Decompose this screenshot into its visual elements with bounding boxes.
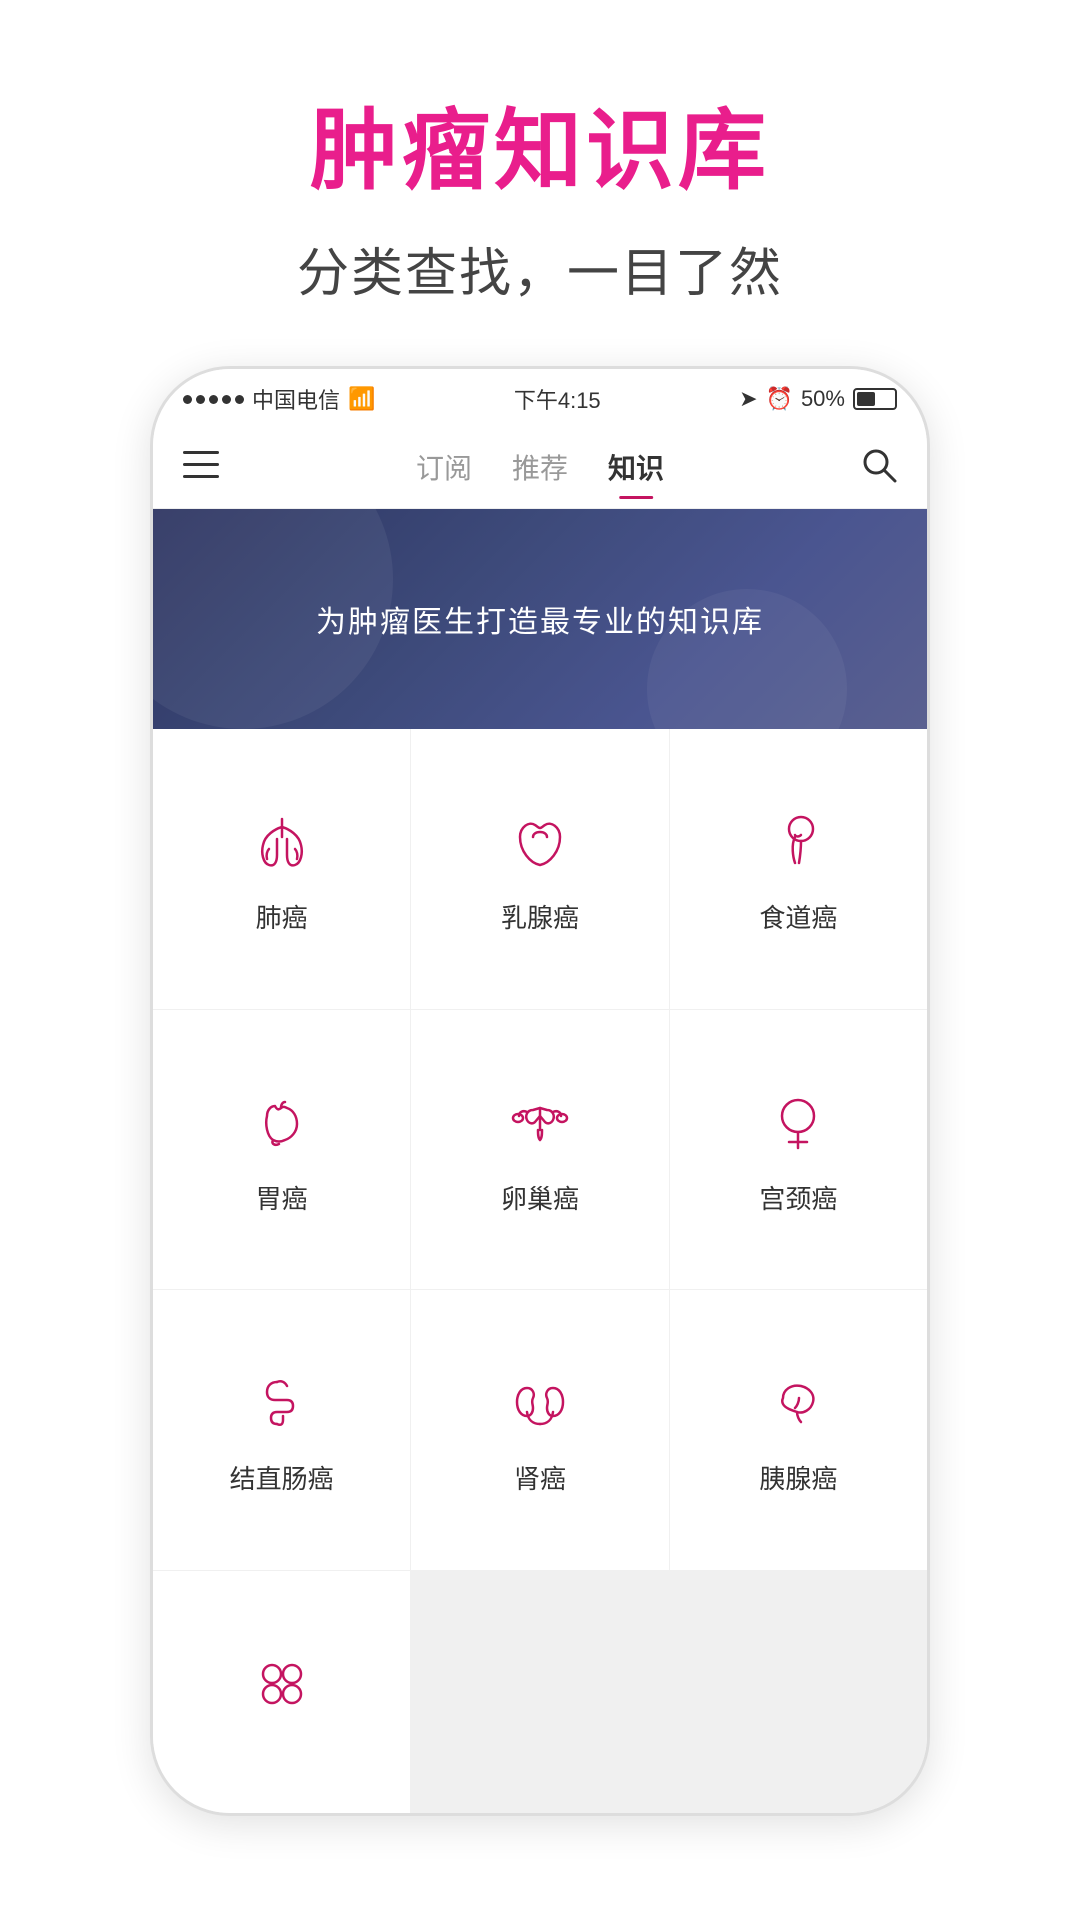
menu-icon[interactable] [183,450,219,487]
colorectal-icon [242,1363,322,1443]
page-header: 肿瘤知识库 分类查找，一目了然 [0,0,1080,336]
category-colorectal[interactable]: 结直肠癌 [153,1290,410,1570]
breast-icon [500,802,580,882]
alarm-icon: ⏰ [766,386,793,412]
esophagus-icon [758,802,838,882]
tab-knowledge[interactable]: 知识 [608,447,664,491]
tab-recommend[interactable]: 推荐 [512,447,568,491]
cervix-label: 宫颈癌 [759,1179,837,1216]
category-ovary[interactable]: 卵巢癌 [411,1010,668,1290]
kidney-label: 肾癌 [514,1459,566,1496]
wifi-icon: 📶 [348,386,375,412]
stomach-icon [242,1083,322,1163]
category-pancreas[interactable]: 胰腺癌 [670,1290,927,1570]
location-icon: ➤ [739,386,757,412]
status-left: 中国电信 📶 [183,383,375,415]
phone-content: 为肿瘤医生打造最专业的知识库 肺癌 [153,509,927,1813]
banner-text: 为肿瘤医生打造最专业的知识库 [316,597,764,641]
breast-label: 乳腺癌 [501,898,579,935]
pancreas-label: 胰腺癌 [759,1459,837,1496]
nav-bar: 订阅 推荐 知识 [153,429,927,509]
battery-bar [853,388,897,410]
page-title: 肿瘤知识库 [0,80,1080,207]
more-icon [242,1644,322,1724]
colorectal-label: 结直肠癌 [230,1459,334,1496]
stomach-label: 胃癌 [256,1179,308,1216]
status-right: ➤ ⏰ 50% [739,386,897,412]
category-esophagus[interactable]: 食道癌 [670,729,927,1009]
lung-icon [242,802,322,882]
search-icon[interactable] [861,447,897,491]
category-kidney[interactable]: 肾癌 [411,1290,668,1570]
phone-frame: 中国电信 📶 下午4:15 ➤ ⏰ 50% 订阅 推荐 知识 [150,366,930,1816]
category-grid: 肺癌 乳腺癌 [153,729,927,1813]
lung-label: 肺癌 [256,898,308,935]
status-bar: 中国电信 📶 下午4:15 ➤ ⏰ 50% [153,369,927,429]
tab-subscribe[interactable]: 订阅 [416,447,472,491]
category-breast[interactable]: 乳腺癌 [411,729,668,1009]
kidney-icon [500,1363,580,1443]
category-cervix[interactable]: 宫颈癌 [670,1010,927,1290]
category-stomach[interactable]: 胃癌 [153,1010,410,1290]
ovary-icon [500,1083,580,1163]
cervix-icon [758,1083,838,1163]
signal-dots [183,395,244,404]
pancreas-icon [758,1363,838,1443]
carrier-text: 中国电信 [252,383,340,415]
ovary-label: 卵巢癌 [501,1179,579,1216]
nav-tabs: 订阅 推荐 知识 [416,447,664,491]
battery-percent: 50% [801,386,845,412]
category-more[interactable] [153,1571,410,1814]
esophagus-label: 食道癌 [759,898,837,935]
banner: 为肿瘤医生打造最专业的知识库 [153,509,927,729]
page-subtitle: 分类查找，一目了然 [0,231,1080,306]
status-time: 下午4:15 [514,383,601,415]
category-lung[interactable]: 肺癌 [153,729,410,1009]
